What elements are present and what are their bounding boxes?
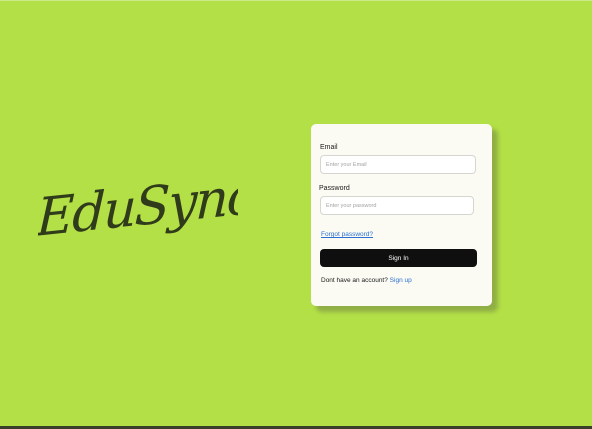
logo-text: EduSync — [38, 167, 238, 249]
signup-row: Dont have an account? Sign up — [321, 277, 412, 284]
edusync-logo: EduSync — [38, 167, 238, 253]
login-card: Email Password Forgot password? Sign In … — [311, 124, 492, 306]
sign-up-link[interactable]: Sign up — [390, 277, 412, 284]
no-account-text: Dont have an account? — [321, 277, 388, 284]
email-input[interactable] — [320, 155, 476, 174]
password-label: Password — [319, 185, 350, 192]
forgot-password-link[interactable]: Forgot password? — [321, 231, 373, 238]
password-input[interactable] — [320, 196, 474, 215]
page-background: EduSync Email Password Forgot password? … — [0, 0, 592, 429]
sign-in-button[interactable]: Sign In — [320, 249, 477, 267]
email-label: Email — [320, 144, 338, 151]
